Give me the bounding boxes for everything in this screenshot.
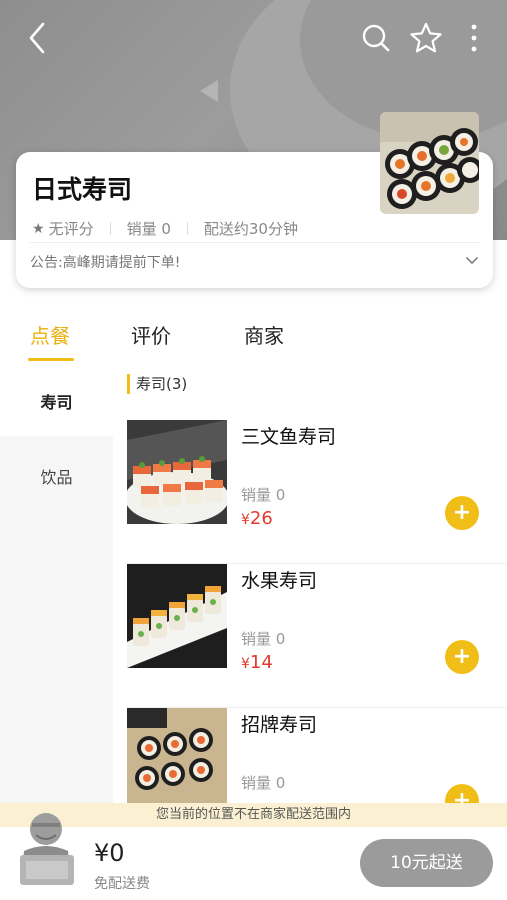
product-image [127, 420, 227, 524]
back-button[interactable] [20, 20, 56, 56]
cart-icon[interactable] [16, 807, 78, 893]
delivery-fee: 免配送费 [94, 876, 150, 892]
tab-reviews[interactable]: 评价 [131, 320, 171, 349]
section-title: 寿司(3) [127, 374, 187, 394]
more-icon [471, 24, 477, 52]
product-price: ¥14 [241, 652, 273, 673]
star-icon [410, 22, 442, 53]
price-value: 14 [249, 652, 273, 673]
price-value: 26 [249, 508, 273, 529]
shop-rating: 无评分 [48, 220, 94, 238]
currency-symbol: ¥ [241, 656, 250, 672]
chevron-down-icon [466, 257, 478, 264]
tab-merchant[interactable]: 商家 [244, 320, 284, 349]
cart-bar: ¥0 免配送费 10元起送 [0, 813, 507, 900]
shop-name: 日式寿司 [32, 175, 133, 204]
banner-triangle [200, 80, 218, 102]
expand-notice-button[interactable] [463, 252, 481, 270]
tab-order[interactable]: 点餐 [30, 320, 70, 349]
product-name: 招牌寿司 [241, 714, 318, 736]
list-item[interactable]: 三文鱼寿司 销量 0 ¥26 + [127, 420, 507, 564]
add-to-cart-button[interactable]: + [445, 496, 479, 530]
product-sales: 销量 0 [241, 630, 286, 648]
list-item[interactable]: 招牌寿司 销量 0 + [127, 708, 507, 806]
cart-total: ¥0 [94, 839, 125, 867]
list-item[interactable]: 水果寿司 销量 0 ¥14 + [127, 564, 507, 708]
divider [186, 222, 188, 235]
shop-meta: ★ 无评分 销量 0 配送约30分钟 [32, 218, 298, 239]
product-image [127, 564, 227, 668]
shop-image [380, 112, 479, 214]
product-image [127, 708, 227, 806]
search-icon [362, 24, 390, 52]
category-drinks[interactable]: 饮品 [0, 441, 113, 511]
product-list: 寿司(3) 三文鱼寿司 销量 0 ¥26 + 水果寿司 销量 0 ¥14 + 招… [113, 366, 507, 806]
shop-notice[interactable]: 公告:高峰期请提前下单! [30, 252, 180, 272]
product-price: ¥26 [241, 508, 273, 529]
category-sushi[interactable]: 寿司 [0, 366, 113, 436]
product-name: 三文鱼寿司 [241, 426, 337, 448]
back-icon [29, 22, 45, 54]
product-sales: 销量 0 [241, 486, 286, 504]
search-button[interactable] [358, 20, 394, 56]
currency-symbol: ¥ [241, 512, 250, 528]
divider [109, 222, 111, 235]
product-sales: 销量 0 [241, 774, 286, 792]
more-button[interactable] [456, 20, 492, 56]
checkout-button[interactable]: 10元起送 [360, 839, 493, 887]
star-icon: ★ [32, 220, 45, 237]
favorite-button[interactable] [408, 20, 444, 56]
product-name: 水果寿司 [241, 570, 318, 592]
shop-sales: 销量 0 [126, 220, 171, 238]
add-to-cart-button[interactable]: + [445, 640, 479, 674]
divider [30, 242, 479, 243]
tab-bar: 点餐 评价 商家 [0, 310, 507, 366]
active-tab-indicator [28, 358, 74, 361]
shop-delivery: 配送约30分钟 [203, 220, 298, 238]
category-sidebar: 寿司 饮品 [0, 366, 113, 836]
